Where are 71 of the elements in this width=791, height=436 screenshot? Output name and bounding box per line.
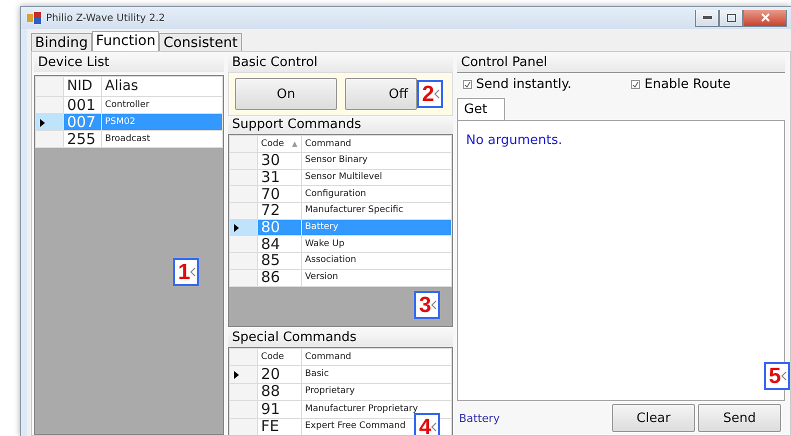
table-cell: Configuration [302,186,452,203]
table-cell: 86 [258,269,302,286]
tab[interactable]: Consistent [159,33,242,51]
table-cell: 91 [258,400,302,418]
table-cell: 70 [258,186,302,203]
table-cell: Manufacturer Specific [302,202,452,220]
table-cell: Wake Up [302,236,452,253]
callout-marker: 4 [414,413,440,435]
table-cell: 255 [64,130,102,148]
window-title: Philio Z-Wave Utility 2.2 [46,12,165,24]
tab[interactable]: Function [92,31,160,51]
column-header[interactable]: Alias [102,76,222,96]
table-cell: Version [302,269,452,286]
row-pointer-icon [234,224,239,232]
callout-marker: 3 [414,291,440,319]
row-header[interactable] [230,219,258,236]
table-cell: PSM02 [102,114,222,130]
table-cell: 30 [258,152,302,170]
callout-marker: 5 [764,362,790,390]
section-title: Device List [34,54,224,72]
column-header[interactable]: Command [302,136,452,152]
row-header[interactable] [230,366,258,383]
section-title: Special Commands [228,329,453,347]
message-text: No arguments. [466,133,562,148]
row-header[interactable] [36,114,64,130]
column-header[interactable]: Code [258,348,302,366]
table-cell: FE [258,418,302,435]
table-cell: Controller [102,96,222,114]
maximize-button[interactable] [719,10,743,26]
callout-marker: 1 [173,258,200,286]
on-button[interactable]: On [235,78,337,110]
table-cell: Basic [302,366,452,383]
section-title: Control Panel [457,54,785,72]
column-header[interactable]: NID [64,76,102,96]
column-header[interactable]: Command [302,348,452,366]
close-button[interactable] [743,10,787,26]
checkbox[interactable]: Send instantly. [463,77,572,92]
minimize-icon [702,16,712,19]
section-title: Support Commands [228,116,453,134]
row-pointer-icon [234,370,239,379]
send-button[interactable]: Send [698,404,781,432]
callout-marker: 2 [417,80,444,108]
tab[interactable]: Get [457,98,505,120]
table-cell: 001 [64,96,102,114]
app-icon [27,12,41,24]
table-cell: 84 [258,236,302,253]
clear-button[interactable]: Clear [612,404,695,432]
table-cell: Sensor Multilevel [302,169,452,186]
table-cell: Proprietary [302,383,452,400]
off-button[interactable]: Off [345,78,417,110]
table-cell: 72 [258,202,302,220]
row-pointer-icon [40,118,45,126]
table-cell: 88 [258,383,302,400]
checkbox[interactable]: Enable Route [631,77,731,92]
status-text: Battery [459,412,500,424]
section-title: Basic Control [228,54,453,72]
tab[interactable]: Binding [31,33,92,51]
table-cell: Sensor Binary [302,152,452,170]
table-cell: 31 [258,169,302,186]
table-cell: Broadcast [102,130,222,148]
table-cell: 20 [258,366,302,383]
check-icon [632,81,640,88]
check-icon [464,81,471,88]
table-cell: 80 [258,219,302,236]
minimize-button[interactable] [695,10,719,26]
table-cell: 007 [64,114,102,130]
table-cell: 85 [258,252,302,270]
table-cell: Battery [302,219,452,236]
maximize-icon [726,14,736,22]
table-cell: Association [302,252,452,270]
close-icon [760,13,770,22]
